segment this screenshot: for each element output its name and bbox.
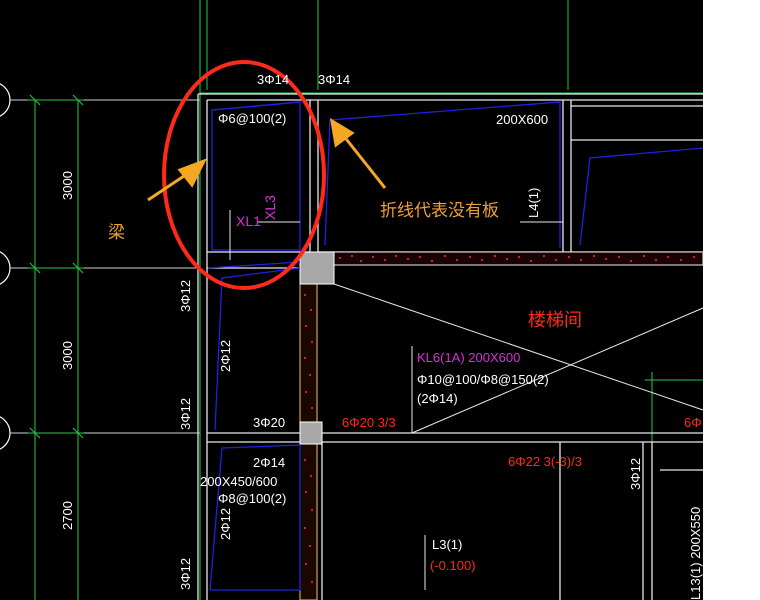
xl3-tag: XL3 — [262, 195, 278, 220]
column-upper — [299, 251, 335, 285]
label-stair-room: 楼梯间 — [528, 310, 582, 331]
top-rebar-left: 3Φ14 — [257, 72, 289, 87]
hatched-beam-horizontal — [333, 251, 704, 266]
stirrup-phi8: Φ8@100(2) — [218, 491, 286, 506]
kl6-side-rebar: (2Φ14) — [417, 391, 458, 406]
l4-tag: L4(1) — [526, 188, 541, 218]
left-2phi12: 2Φ12 — [218, 340, 233, 372]
label-beam: 梁 — [108, 223, 125, 243]
kl6-name: KL6(1A) 200X600 — [417, 350, 520, 365]
mid-2phi14: 2Φ14 — [253, 455, 285, 470]
red-6phi20: 6Φ20 3/3 — [342, 415, 396, 430]
label-fold-line: 折线代表没有板 — [380, 201, 499, 221]
red-6phi22: 6Φ22 3(-3)/3 — [508, 454, 582, 469]
right-l13: L13(1) 200X550 — [688, 507, 703, 600]
page-margin — [703, 0, 760, 600]
xl1-tag: XL1 — [236, 213, 261, 229]
dimension-2700: 2700 — [60, 501, 75, 530]
dimension-3000-lower: 3000 — [60, 341, 75, 370]
left-2phi12-lower: 2Φ12 — [218, 508, 233, 540]
dimension-3000-upper: 3000 — [60, 171, 75, 200]
beam-size-top: 200X600 — [496, 112, 548, 127]
left-3phi12-upper: 3Φ12 — [178, 280, 193, 312]
kl6-stirrup: Φ10@100/Φ8@150(2) — [417, 372, 549, 387]
l3-elevation: (-0.100) — [430, 558, 476, 573]
size-200x450: 200X450/600 — [200, 474, 277, 489]
top-rebar-right: 3Φ14 — [318, 72, 350, 87]
bottom-3phi20: 3Φ20 — [253, 415, 285, 430]
l3-name: L3(1) — [432, 537, 462, 552]
drawing-canvas: 3Φ14 3Φ14 Φ6@100(2) 200X600 XL1 XL3 L4(1… — [0, 0, 760, 600]
stirrup-xl1: Φ6@100(2) — [218, 111, 286, 126]
column-lower — [299, 421, 323, 445]
cad-background — [0, 0, 703, 600]
right-3phi12: 3Φ12 — [628, 458, 643, 490]
red-6phi-edge: 6Φ — [684, 415, 702, 430]
left-3phi12-middle: 3Φ12 — [178, 398, 193, 430]
left-3phi12-lower: 3Φ12 — [178, 558, 193, 590]
